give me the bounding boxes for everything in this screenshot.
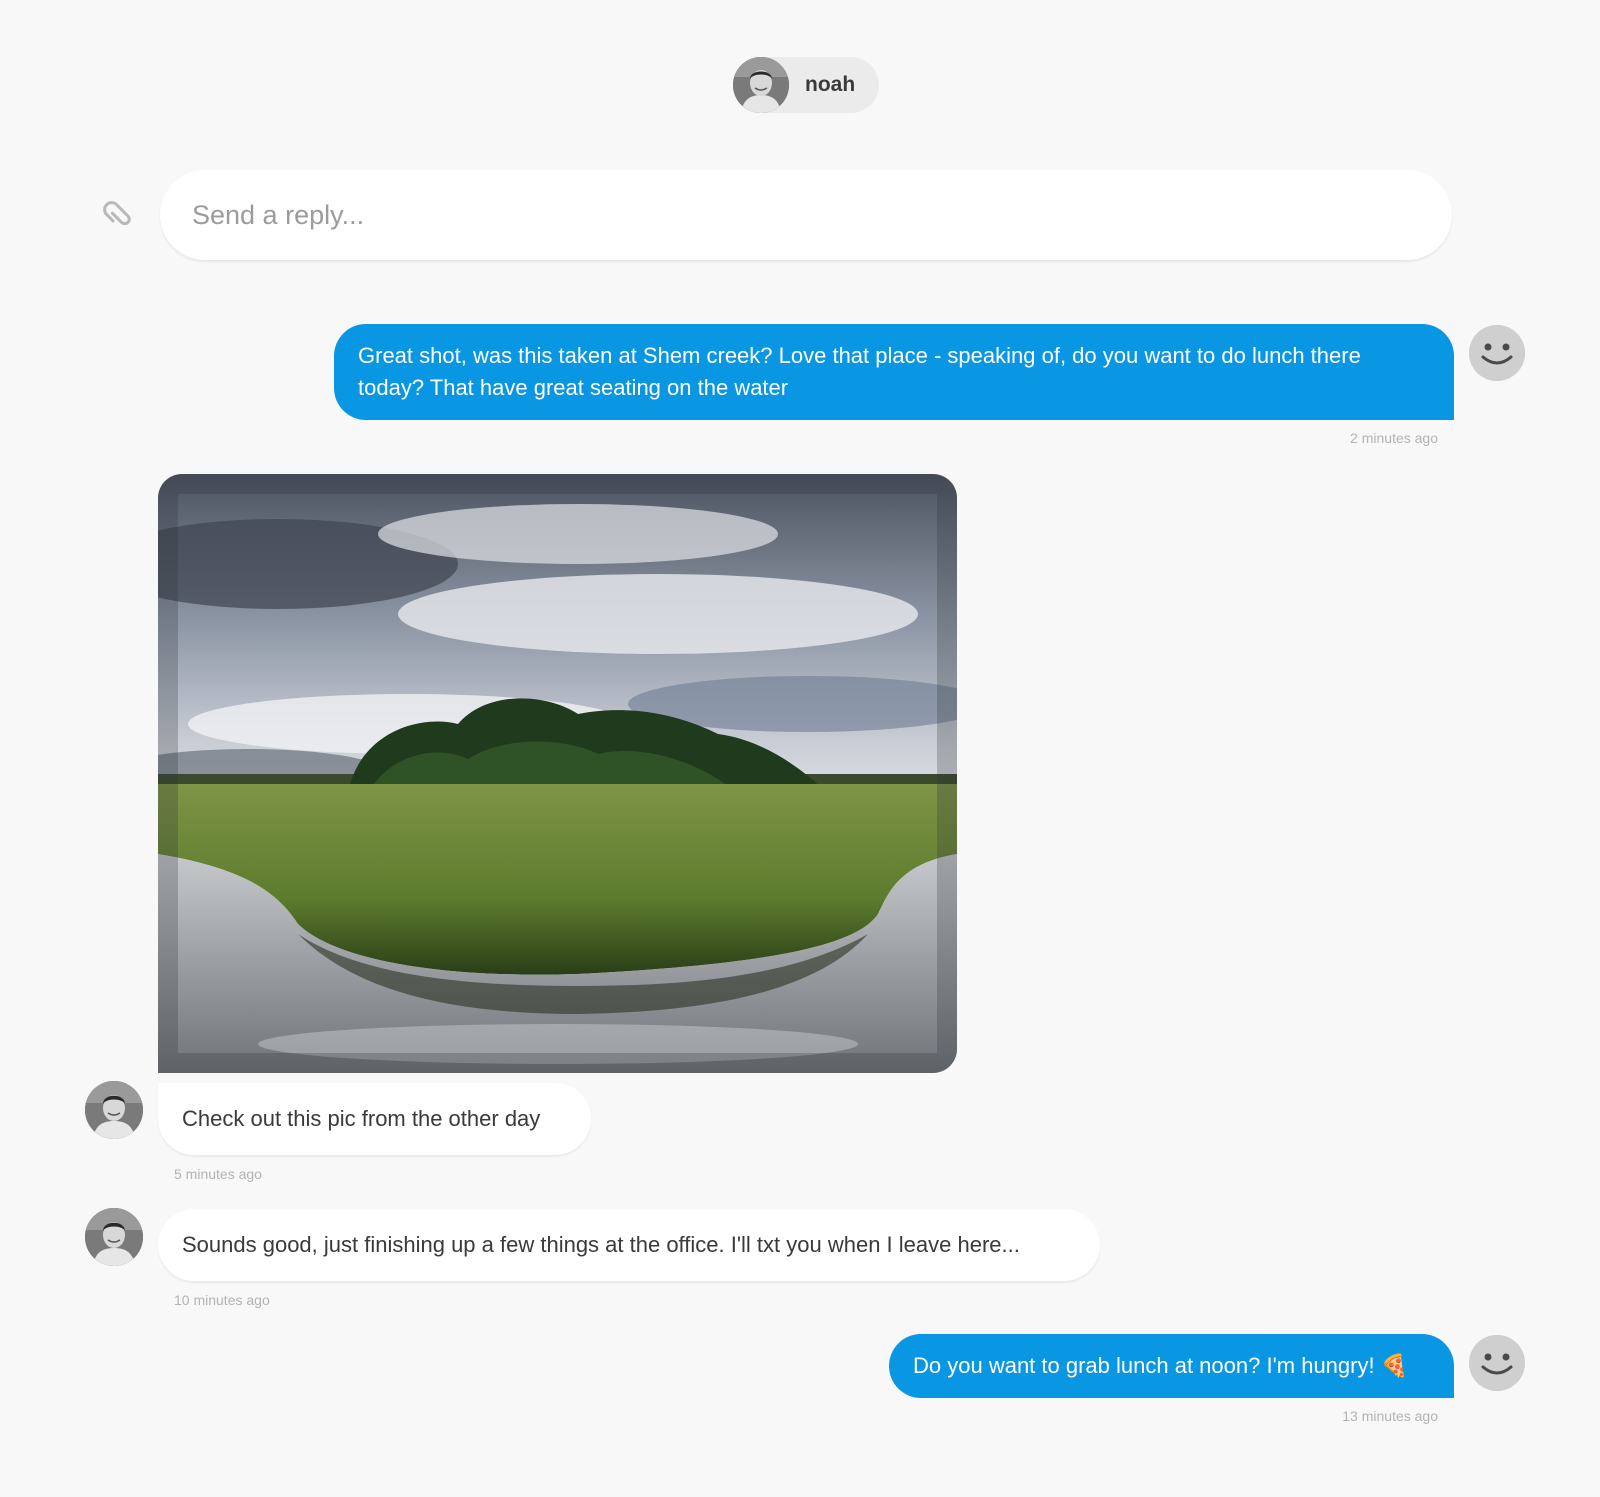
contact-chip[interactable]: noah	[733, 57, 879, 113]
outgoing-message: Do you want to grab lunch at noon? I'm h…	[889, 1334, 1454, 1398]
incoming-message: Sounds good, just finishing up a few thi…	[158, 1209, 1100, 1281]
message-timestamp: 13 minutes ago	[1342, 1408, 1438, 1424]
self-avatar	[1469, 325, 1525, 381]
contact-name: noah	[805, 73, 856, 96]
sender-avatar	[85, 1081, 143, 1139]
shared-photo[interactable]	[158, 474, 957, 1073]
reply-input[interactable]	[160, 170, 1452, 260]
message-text: Do you want to grab lunch at noon? I'm h…	[913, 1353, 1409, 1378]
message-text: Sounds good, just finishing up a few thi…	[182, 1232, 1020, 1257]
message-timestamp: 2 minutes ago	[1350, 430, 1438, 446]
self-avatar	[1469, 1335, 1525, 1391]
message-timestamp: 10 minutes ago	[174, 1292, 270, 1308]
contact-avatar	[733, 57, 789, 113]
message-text: Great shot, was this taken at Shem creek…	[358, 343, 1361, 400]
paperclip-icon[interactable]	[100, 198, 136, 234]
message-text: Check out this pic from the other day	[182, 1106, 541, 1131]
outgoing-message: Great shot, was this taken at Shem creek…	[334, 324, 1454, 420]
sender-avatar	[85, 1208, 143, 1266]
incoming-message: Check out this pic from the other day	[158, 1083, 591, 1155]
message-timestamp: 5 minutes ago	[174, 1166, 262, 1182]
